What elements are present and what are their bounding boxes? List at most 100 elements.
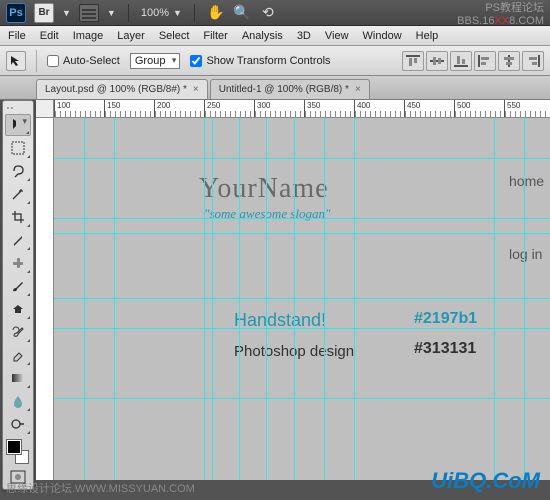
foreground-color-swatch[interactable] xyxy=(7,440,21,454)
menu-window[interactable]: Window xyxy=(363,30,402,42)
guide-vertical[interactable] xyxy=(84,118,85,480)
healing-brush-tool[interactable] xyxy=(5,252,31,274)
zoom-value: 100% xyxy=(141,7,169,19)
tab-label: Layout.psd @ 100% (RGB/8#) * xyxy=(45,84,187,95)
separator xyxy=(128,4,129,22)
guide-vertical[interactable] xyxy=(524,118,525,480)
toolbox xyxy=(2,100,34,490)
color-swatches[interactable] xyxy=(5,438,31,466)
blur-tool[interactable] xyxy=(5,390,31,412)
gradient-tool[interactable] xyxy=(5,367,31,389)
marquee-tool[interactable] xyxy=(5,137,31,159)
nav-link-login: log in xyxy=(509,246,542,262)
eyedropper-tool[interactable] xyxy=(5,229,31,251)
close-icon[interactable]: × xyxy=(193,84,199,95)
separator xyxy=(36,50,37,72)
menu-3d[interactable]: 3D xyxy=(297,30,311,42)
guide-vertical[interactable] xyxy=(239,118,240,480)
ruler-tick: 200 xyxy=(154,100,204,117)
ruler-tick: 500 xyxy=(454,100,504,117)
menu-layer[interactable]: Layer xyxy=(117,30,145,42)
ruler-tick: 100 xyxy=(54,100,104,117)
guide-vertical[interactable] xyxy=(494,118,495,480)
guide-vertical[interactable] xyxy=(266,118,267,480)
history-brush-tool[interactable] xyxy=(5,321,31,343)
hand-tool-icon[interactable]: ✋ xyxy=(207,4,225,22)
align-bottom-icon[interactable] xyxy=(450,51,472,71)
clone-stamp-tool[interactable] xyxy=(5,298,31,320)
eraser-tool[interactable] xyxy=(5,344,31,366)
chevron-down-icon[interactable]: ▼ xyxy=(173,8,182,18)
menu-image[interactable]: Image xyxy=(73,30,104,42)
nav-link-home: home xyxy=(509,173,544,189)
ruler-tick: 400 xyxy=(354,100,404,117)
zoom-level[interactable]: 100% ▼ xyxy=(141,7,182,19)
auto-select-input[interactable] xyxy=(47,55,59,67)
guide-vertical[interactable] xyxy=(204,118,205,480)
guide-horizontal[interactable] xyxy=(54,158,550,159)
guide-vertical[interactable] xyxy=(212,118,213,480)
align-left-icon[interactable] xyxy=(474,51,496,71)
menu-view[interactable]: View xyxy=(325,30,349,42)
menu-edit[interactable]: Edit xyxy=(40,30,59,42)
guide-horizontal[interactable] xyxy=(54,218,550,219)
menu-help[interactable]: Help xyxy=(416,30,439,42)
watermark-bottom-left: 思缘设计论坛.WWW.MISSYUAN.COM xyxy=(6,480,195,496)
align-right-icon[interactable] xyxy=(522,51,544,71)
align-hcenter-icon[interactable] xyxy=(498,51,520,71)
auto-select-dropdown[interactable]: Group xyxy=(130,53,181,69)
toolbox-grip[interactable] xyxy=(5,103,31,113)
site-title: YourName xyxy=(199,173,329,205)
guide-horizontal[interactable] xyxy=(54,298,550,299)
menu-select[interactable]: Select xyxy=(159,30,190,42)
auto-select-checkbox[interactable]: Auto-Select xyxy=(47,55,120,67)
vertical-ruler[interactable] xyxy=(36,118,54,480)
close-icon[interactable]: × xyxy=(355,84,361,95)
rotate-view-icon[interactable]: ⟲ xyxy=(259,4,277,22)
bridge-icon[interactable]: Br xyxy=(34,3,54,23)
magic-wand-tool[interactable] xyxy=(5,183,31,205)
document-tabs: Layout.psd @ 100% (RGB/8#) * × Untitled-… xyxy=(0,76,550,100)
move-tool-indicator[interactable] xyxy=(6,51,26,71)
color-code-dark: #313131 xyxy=(414,340,476,358)
auto-select-label: Auto-Select xyxy=(63,55,120,67)
lasso-tool[interactable] xyxy=(5,160,31,182)
guide-horizontal[interactable] xyxy=(54,398,550,399)
show-transform-label: Show Transform Controls xyxy=(206,55,330,67)
chevron-down-icon[interactable]: ▼ xyxy=(107,8,116,18)
ruler-tick: 300 xyxy=(254,100,304,117)
chevron-down-icon[interactable]: ▼ xyxy=(62,8,71,18)
crop-tool[interactable] xyxy=(5,206,31,228)
ruler-origin[interactable] xyxy=(36,100,54,118)
align-top-icon[interactable] xyxy=(402,51,424,71)
canvas[interactable]: YourName "some awesome slogan" home log … xyxy=(54,118,550,480)
horizontal-ruler[interactable]: 100 150 200 250 300 350 400 450 500 550 xyxy=(54,100,550,118)
document-tab[interactable]: Untitled-1 @ 100% (RGB/8) * × xyxy=(210,79,370,99)
move-cursor-icon xyxy=(9,54,23,68)
watermark-bottom-right: UiBQ.CoM xyxy=(431,468,540,494)
photoshop-logo-icon: Ps xyxy=(6,3,26,23)
watermark-line: BBS.16XX8.COM xyxy=(457,15,544,28)
move-tool[interactable] xyxy=(5,114,31,136)
show-transform-checkbox[interactable]: Show Transform Controls xyxy=(190,55,330,67)
guide-vertical[interactable] xyxy=(294,118,295,480)
dodge-tool[interactable] xyxy=(5,413,31,435)
ruler-tick: 450 xyxy=(404,100,454,117)
menu-filter[interactable]: Filter xyxy=(203,30,227,42)
show-transform-input[interactable] xyxy=(190,55,202,67)
guide-horizontal[interactable] xyxy=(54,233,550,234)
brush-tool[interactable] xyxy=(5,275,31,297)
grid-layout-icon[interactable] xyxy=(79,4,99,22)
menu-analysis[interactable]: Analysis xyxy=(242,30,283,42)
zoom-tool-icon[interactable]: 🔍 xyxy=(233,4,251,22)
guide-vertical[interactable] xyxy=(324,118,325,480)
watermark-top-right: PS教程论坛 BBS.16XX8.COM xyxy=(457,2,544,28)
align-vcenter-icon[interactable] xyxy=(426,51,448,71)
menu-bar: File Edit Image Layer Select Filter Anal… xyxy=(0,26,550,46)
menu-file[interactable]: File xyxy=(8,30,26,42)
guide-horizontal[interactable] xyxy=(54,328,550,329)
document-tab[interactable]: Layout.psd @ 100% (RGB/8#) * × xyxy=(36,79,208,99)
ruler-tick: 150 xyxy=(104,100,154,117)
guide-vertical[interactable] xyxy=(114,118,115,480)
guide-vertical[interactable] xyxy=(354,118,355,480)
